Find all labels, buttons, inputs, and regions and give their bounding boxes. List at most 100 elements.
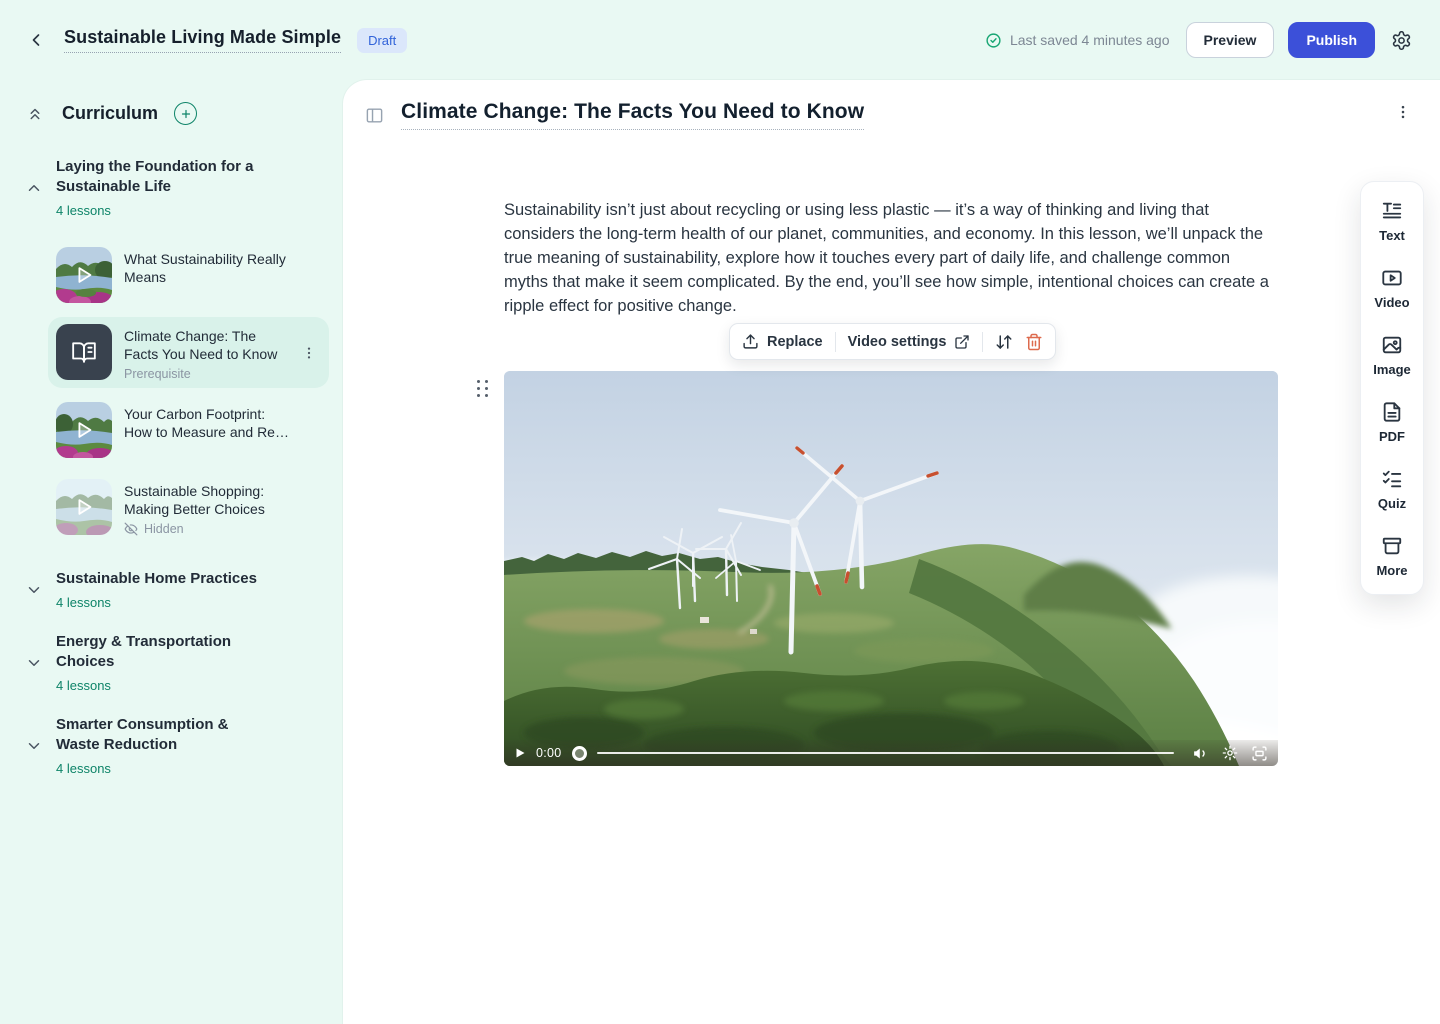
section-header-4[interactable]: Smarter Consumption & Waste Reduction 4 …: [24, 715, 331, 776]
lesson-item-sustainable-shopping[interactable]: Sustainable Shopping: Making Better Choi…: [48, 472, 329, 543]
replace-video-button[interactable]: Replace: [742, 333, 823, 350]
gear-icon: [1391, 30, 1412, 51]
curriculum-heading: Curriculum: [62, 103, 158, 124]
curriculum-header: Curriculum: [24, 102, 331, 125]
play-icon: [56, 479, 112, 535]
player-right-controls: [1192, 745, 1268, 762]
curriculum-sidebar: Curriculum Laying the Foundation for a S…: [0, 80, 343, 1024]
insert-more-button[interactable]: More: [1376, 535, 1407, 578]
chevron-down-icon: [24, 654, 44, 672]
status-badge: Draft: [357, 28, 407, 53]
section-title: Smarter Consumption & Waste Reduction: [56, 715, 271, 755]
lesson-note: Prerequisite: [124, 367, 292, 381]
image-icon: [1381, 334, 1403, 356]
add-section-button[interactable]: [174, 102, 197, 125]
lesson-editor-panel: Climate Change: The Facts You Need to Kn…: [343, 80, 1440, 1024]
lesson-title: Your Carbon Footprint: How to Measure an…: [124, 405, 292, 441]
top-bar: Sustainable Living Made Simple Draft Las…: [0, 0, 1440, 80]
video-player[interactable]: 0:00: [504, 371, 1278, 766]
playback-time: 0:00: [536, 746, 562, 760]
video-block-toolbar: Replace Video settings: [729, 323, 1056, 360]
plus-icon: [180, 108, 192, 120]
play-icon: [514, 747, 526, 759]
video-controls-bar: 0:00: [504, 740, 1278, 766]
lesson-intro-paragraph[interactable]: Sustainability isn’t just about recyclin…: [504, 198, 1276, 318]
chevron-down-icon: [24, 581, 44, 599]
video-thumbnail: [56, 247, 112, 303]
book-open-icon: [71, 339, 97, 365]
section-header-2[interactable]: Sustainable Home Practices 4 lessons: [24, 569, 331, 610]
insert-pdf-button[interactable]: PDF: [1379, 401, 1405, 444]
lesson-page-title[interactable]: Climate Change: The Facts You Need to Kn…: [401, 100, 864, 130]
seek-track[interactable]: [597, 752, 1174, 754]
section-lesson-count: 4 lessons: [56, 678, 271, 693]
player-settings-button[interactable]: [1222, 745, 1238, 761]
lesson-options-button[interactable]: [1394, 103, 1412, 124]
lesson-list: What Sustainability Really Means Climate…: [48, 240, 331, 543]
video-settings-button[interactable]: Video settings: [848, 334, 971, 350]
section-lesson-count: 4 lessons: [56, 595, 257, 610]
save-status: Last saved 4 minutes ago: [985, 32, 1170, 49]
external-link-icon: [954, 334, 970, 350]
course-title[interactable]: Sustainable Living Made Simple: [64, 27, 341, 53]
header-right: Last saved 4 minutes ago Preview Publish: [985, 22, 1414, 58]
lesson-title: Climate Change: The Facts You Need to Kn…: [124, 327, 292, 363]
arrow-down-up-icon: [995, 333, 1013, 351]
eye-off-icon: [124, 522, 138, 536]
toolbar-divider: [982, 332, 983, 352]
section-title: Energy & Transportation Choices: [56, 632, 271, 672]
publish-button[interactable]: Publish: [1288, 22, 1375, 58]
gear-icon: [1222, 745, 1238, 761]
last-saved-text: Last saved 4 minutes ago: [1010, 32, 1170, 48]
toolbar-divider: [835, 332, 836, 352]
lesson-menu-button[interactable]: [301, 345, 317, 361]
toggle-sidebar-button[interactable]: [363, 104, 386, 127]
delete-block-button[interactable]: [1025, 333, 1043, 351]
lesson-title: What Sustainability Really Means: [124, 250, 292, 286]
preview-button[interactable]: Preview: [1186, 22, 1275, 58]
volume-icon: [1192, 745, 1209, 762]
chevrons-up-icon: [26, 105, 44, 123]
more-icon: [1381, 535, 1403, 557]
lesson-item-what-sustainability[interactable]: What Sustainability Really Means: [48, 240, 329, 310]
section-title: Sustainable Home Practices: [56, 569, 257, 589]
lesson-title: Sustainable Shopping: Making Better Choi…: [124, 482, 292, 518]
insert-image-button[interactable]: Image: [1373, 334, 1411, 377]
panel-left-icon: [365, 106, 384, 125]
play-button[interactable]: [514, 747, 526, 759]
settings-button[interactable]: [1389, 28, 1414, 53]
lesson-item-climate-change[interactable]: Climate Change: The Facts You Need to Kn…: [48, 317, 329, 388]
section-title: Laying the Foundation for a Sustainable …: [56, 157, 271, 197]
play-icon: [56, 247, 112, 303]
fullscreen-button[interactable]: [1251, 745, 1268, 762]
insert-text-button[interactable]: Text: [1379, 200, 1405, 243]
course-editor-app: Sustainable Living Made Simple Draft Las…: [0, 0, 1440, 1024]
header-left: Sustainable Living Made Simple Draft: [24, 27, 407, 53]
seek-handle[interactable]: [572, 746, 587, 761]
kebab-icon: [301, 345, 317, 361]
video-frame-wind-turbines: [504, 371, 1278, 766]
check-circle-icon: [985, 32, 1002, 49]
trash-icon: [1025, 333, 1043, 351]
insert-quiz-button[interactable]: Quiz: [1378, 468, 1406, 511]
fullscreen-icon: [1251, 745, 1268, 762]
section-lesson-count: 4 lessons: [56, 203, 271, 218]
insert-video-button[interactable]: Video: [1374, 267, 1409, 310]
chevron-left-icon: [26, 30, 46, 50]
collapse-all-button[interactable]: [24, 103, 46, 125]
chevron-up-icon: [24, 179, 44, 197]
insert-blocks-panel: Text Video Image PDF Quiz More: [1360, 181, 1424, 595]
section-lesson-count: 4 lessons: [56, 761, 271, 776]
chevron-down-icon: [24, 737, 44, 755]
move-block-button[interactable]: [995, 333, 1013, 351]
quiz-icon: [1381, 468, 1403, 490]
lesson-note: Hidden: [124, 522, 292, 536]
section-header-3[interactable]: Energy & Transportation Choices 4 lesson…: [24, 632, 331, 693]
kebab-icon: [1394, 103, 1412, 121]
volume-button[interactable]: [1192, 745, 1209, 762]
reading-lesson-tile: [56, 324, 112, 380]
block-drag-handle[interactable]: [473, 376, 492, 401]
lesson-item-carbon-footprint[interactable]: Your Carbon Footprint: How to Measure an…: [48, 395, 329, 465]
back-button[interactable]: [24, 28, 48, 52]
section-header-1[interactable]: Laying the Foundation for a Sustainable …: [24, 157, 331, 218]
